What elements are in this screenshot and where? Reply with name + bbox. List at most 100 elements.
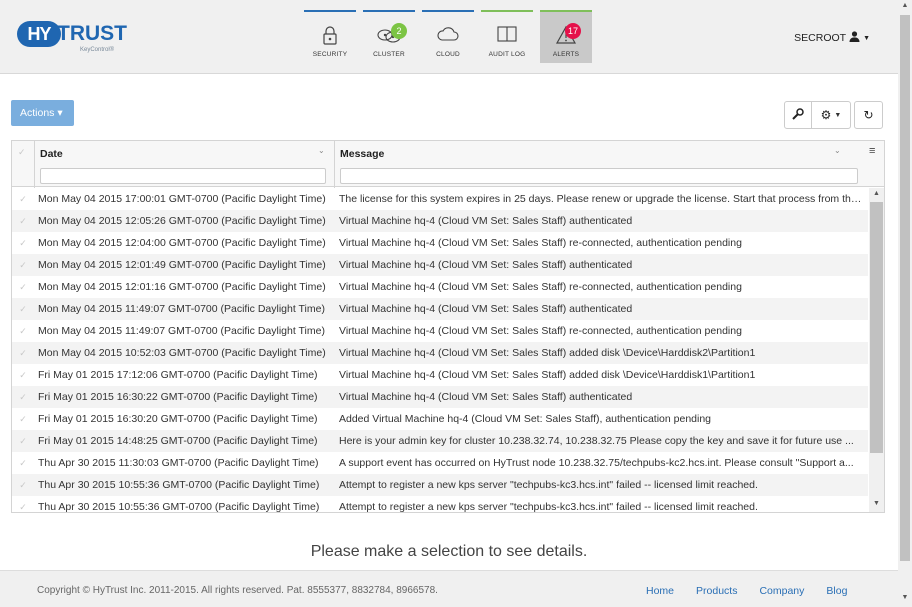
row-check-icon[interactable]: ✓	[12, 232, 34, 254]
row-check-icon[interactable]: ✓	[12, 210, 34, 232]
nav-audit-log[interactable]: AUDIT LOG	[481, 10, 533, 63]
scroll-up-icon[interactable]: ▲	[869, 190, 884, 197]
row-check-icon[interactable]: ✓	[12, 342, 34, 364]
row-date: Mon May 04 2015 12:01:49 GMT-0700 (Pacif…	[38, 259, 326, 271]
logo-subtitle: KeyControl®	[80, 47, 115, 53]
nav-security-label: SECURITY	[312, 51, 348, 58]
table-row[interactable]: ✓ Fri May 01 2015 14:48:25 GMT-0700 (Paci…	[12, 430, 868, 452]
page-footer: Copyright © HyTrust Inc. 2011-2015. All …	[0, 570, 898, 607]
date-column-header[interactable]: Date ⌄	[34, 141, 334, 187]
row-date: Thu Apr 30 2015 10:55:36 GMT-0700 (Pacif…	[38, 479, 320, 491]
row-message: Here is your admin key for cluster 10.23…	[339, 435, 854, 447]
row-date: Mon May 04 2015 10:52:03 GMT-0700 (Pacif…	[38, 347, 326, 359]
footer-link-products[interactable]: Products	[696, 585, 737, 597]
footer-link-company[interactable]: Company	[759, 585, 804, 597]
row-check-icon[interactable]: ✓	[12, 320, 34, 342]
nav-alerts-label: ALERTS	[552, 51, 580, 58]
settings-button[interactable]: ⚙ ▼	[811, 101, 851, 129]
grid-scroll-thumb[interactable]	[870, 202, 883, 453]
nav-cluster-label: CLUSTER	[373, 51, 405, 58]
app-header: HY TRUST KeyControl® SECURITY 2 CLUSTER …	[0, 0, 898, 74]
grid-rows: ✓ Mon May 04 2015 17:00:01 GMT-0700 (Paci…	[12, 188, 868, 513]
row-check-icon[interactable]: ✓	[12, 474, 34, 496]
row-check-icon[interactable]: ✓	[12, 408, 34, 430]
message-filter-input[interactable]	[340, 168, 858, 184]
table-row[interactable]: ✓ Thu Apr 30 2015 10:55:36 GMT-0700 (Paci…	[12, 496, 868, 513]
row-message: Virtual Machine hq-4 (Cloud VM Set: Sale…	[339, 347, 756, 359]
page-scrollbar[interactable]: ▲ ▼	[898, 0, 912, 607]
table-row[interactable]: ✓ Thu Apr 30 2015 11:30:03 GMT-0700 (Paci…	[12, 452, 868, 474]
date-column-title: Date	[40, 148, 63, 160]
row-date: Thu Apr 30 2015 10:55:36 GMT-0700 (Pacif…	[38, 501, 320, 513]
table-row[interactable]: ✓ Thu Apr 30 2015 10:55:36 GMT-0700 (Paci…	[12, 474, 868, 496]
row-message: A support event has occurred on HyTrust …	[339, 457, 854, 469]
row-message: Attempt to register a new kps server "te…	[339, 479, 758, 491]
row-date: Fri May 01 2015 16:30:22 GMT-0700 (Pacif…	[38, 391, 318, 403]
row-check-icon[interactable]: ✓	[12, 364, 34, 386]
scroll-down-icon[interactable]: ▼	[898, 594, 912, 601]
logo-hy: HY	[17, 21, 61, 47]
footer-link-home[interactable]: Home	[646, 585, 674, 597]
table-row[interactable]: ✓ Fri May 01 2015 16:30:20 GMT-0700 (Paci…	[12, 408, 868, 430]
row-check-icon[interactable]: ✓	[12, 298, 34, 320]
row-message: Added Virtual Machine hq-4 (Cloud VM Set…	[339, 413, 712, 425]
refresh-button[interactable]: ↻	[854, 101, 883, 129]
actions-button[interactable]: Actions ▾	[11, 100, 74, 126]
nav-security[interactable]: SECURITY	[304, 10, 356, 63]
row-date: Mon May 04 2015 17:00:01 GMT-0700 (Pacif…	[38, 193, 326, 205]
lock-icon	[322, 25, 338, 48]
row-message: Virtual Machine hq-4 (Cloud VM Set: Sale…	[339, 369, 756, 381]
menu-icon: ≡	[869, 145, 876, 157]
nav-audit-log-label: AUDIT LOG	[488, 51, 526, 58]
row-check-icon[interactable]: ✓	[12, 452, 34, 474]
table-row[interactable]: ✓ Mon May 04 2015 17:00:01 GMT-0700 (Paci…	[12, 188, 868, 210]
user-icon	[849, 31, 860, 45]
table-row[interactable]: ✓ Mon May 04 2015 12:04:00 GMT-0700 (Paci…	[12, 232, 868, 254]
cluster-badge: 2	[391, 23, 407, 39]
message-column-title: Message	[340, 148, 385, 160]
row-date: Fri May 01 2015 16:30:20 GMT-0700 (Pacif…	[38, 413, 318, 425]
table-row[interactable]: ✓ Mon May 04 2015 12:01:16 GMT-0700 (Paci…	[12, 276, 868, 298]
row-check-icon[interactable]: ✓	[12, 386, 34, 408]
row-message: Virtual Machine hq-4 (Cloud VM Set: Sale…	[339, 325, 742, 337]
page-scroll-thumb[interactable]	[900, 15, 910, 561]
table-row[interactable]: ✓ Mon May 04 2015 12:05:26 GMT-0700 (Paci…	[12, 210, 868, 232]
row-check-icon[interactable]: ✓	[12, 496, 34, 512]
grid-scrollbar[interactable]: ▲ ▼	[869, 188, 884, 512]
table-row[interactable]: ✓ Mon May 04 2015 11:49:07 GMT-0700 (Paci…	[12, 298, 868, 320]
logo-trust: TRUST	[57, 22, 127, 45]
row-date: Fri May 01 2015 17:12:06 GMT-0700 (Pacif…	[38, 369, 318, 381]
row-message: Virtual Machine hq-4 (Cloud VM Set: Sale…	[339, 259, 633, 271]
check-icon: ✓	[18, 147, 26, 157]
message-column-header[interactable]: Message ⌄	[334, 141, 868, 187]
table-row[interactable]: ✓ Fri May 01 2015 16:30:22 GMT-0700 (Paci…	[12, 386, 868, 408]
scroll-up-icon[interactable]: ▲	[898, 2, 912, 9]
nav-alerts[interactable]: 17 ALERTS	[540, 10, 592, 63]
user-menu[interactable]: SECROOT ▼	[794, 31, 870, 45]
gear-icon: ⚙	[820, 108, 832, 122]
row-check-icon[interactable]: ✓	[12, 188, 34, 210]
date-filter-input[interactable]	[40, 168, 326, 184]
column-menu-button[interactable]: ≡	[864, 141, 884, 187]
footer-link-blog[interactable]: Blog	[826, 585, 847, 597]
tools-button[interactable]	[784, 101, 812, 129]
nav-cloud[interactable]: CLOUD	[422, 10, 474, 63]
row-check-icon[interactable]: ✓	[12, 276, 34, 298]
nav-cluster[interactable]: 2 CLUSTER	[363, 10, 415, 63]
chevron-down-icon[interactable]: ⌄	[318, 146, 325, 155]
row-message: Virtual Machine hq-4 (Cloud VM Set: Sale…	[339, 237, 742, 249]
alerts-badge: 17	[565, 23, 582, 39]
row-check-icon[interactable]: ✓	[12, 430, 34, 452]
row-date: Fri May 01 2015 14:48:25 GMT-0700 (Pacif…	[38, 435, 318, 447]
table-row[interactable]: ✓ Fri May 01 2015 17:12:06 GMT-0700 (Paci…	[12, 364, 868, 386]
hytrust-logo[interactable]: HY TRUST KeyControl®	[17, 21, 127, 57]
scroll-down-icon[interactable]: ▼	[869, 500, 884, 507]
chevron-down-icon[interactable]: ⌄	[834, 146, 841, 155]
table-row[interactable]: ✓ Mon May 04 2015 12:01:49 GMT-0700 (Paci…	[12, 254, 868, 276]
row-date: Mon May 04 2015 12:01:16 GMT-0700 (Pacif…	[38, 281, 326, 293]
select-all-cell[interactable]: ✓	[12, 141, 34, 187]
table-row[interactable]: ✓ Mon May 04 2015 10:52:03 GMT-0700 (Paci…	[12, 342, 868, 364]
row-check-icon[interactable]: ✓	[12, 254, 34, 276]
row-date: Mon May 04 2015 11:49:07 GMT-0700 (Pacif…	[38, 303, 325, 315]
table-row[interactable]: ✓ Mon May 04 2015 11:49:07 GMT-0700 (Paci…	[12, 320, 868, 342]
